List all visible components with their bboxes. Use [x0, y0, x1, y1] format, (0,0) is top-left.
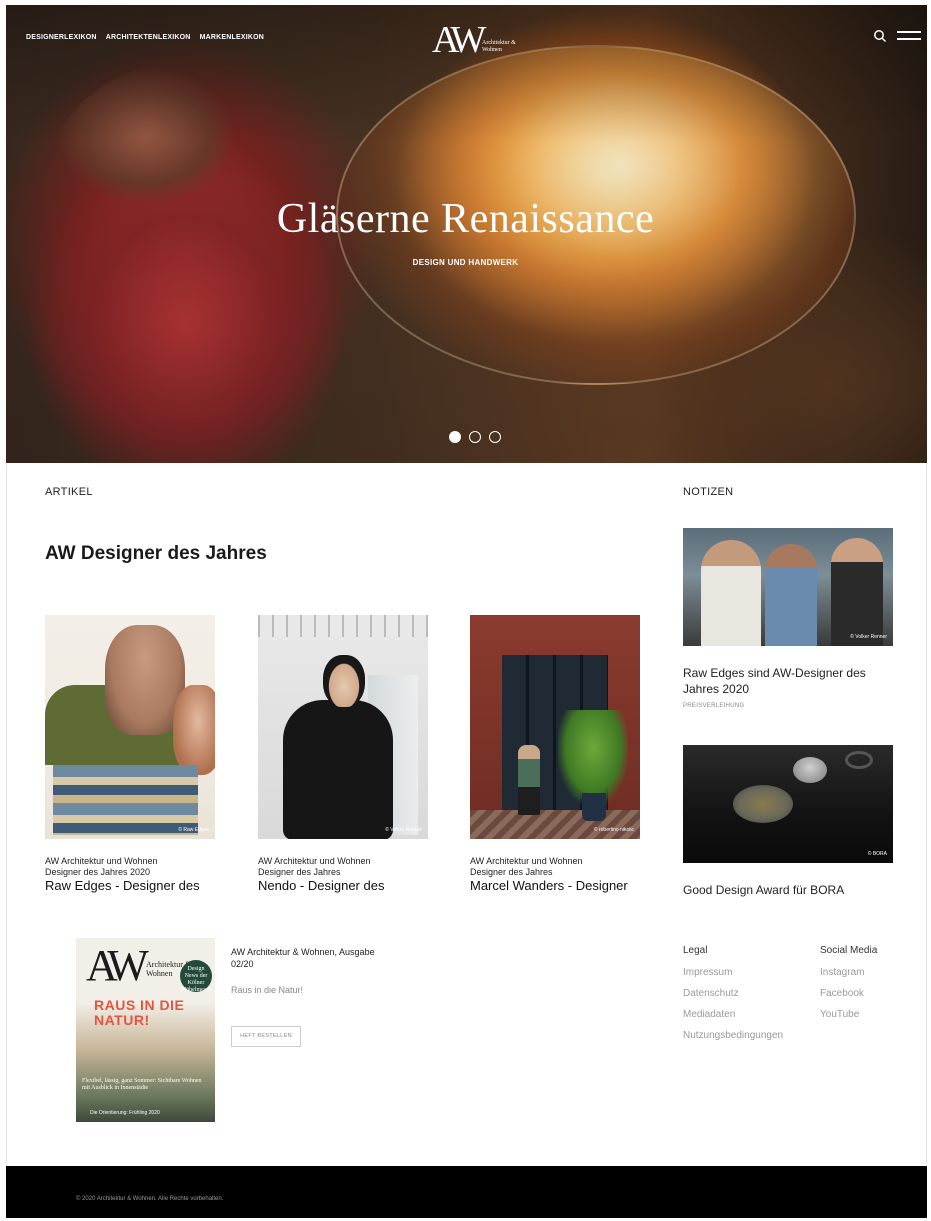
article-series: Designer des Jahres 2020: [45, 867, 151, 877]
footer-copyright: © 2020 Architektur & Wohnen. Alle Rechte…: [76, 1196, 224, 1202]
article-card-marcel-wanders[interactable]: © robertino nikolic AW Architektur und W…: [470, 615, 640, 894]
issue-title: AW Architektur & Wohnen, Ausgabe 02/20: [231, 947, 375, 969]
slider-dot-2[interactable]: [469, 431, 481, 443]
social-heading: Social Media: [820, 945, 878, 956]
logo-subtitle: Architektur & Wohnen: [482, 40, 516, 53]
magazine-cover[interactable]: AW Architektur & Wohnen Design News der …: [76, 938, 215, 1122]
link-mediadaten[interactable]: Mediadaten: [683, 1009, 783, 1020]
image-credit: © Raw Edges: [178, 827, 209, 833]
site-logo[interactable]: AW Architektur & Wohnen: [432, 20, 532, 60]
link-impressum[interactable]: Impressum: [683, 967, 783, 978]
link-youtube[interactable]: YouTube: [820, 1009, 877, 1020]
article-image: © robertino nikolic: [470, 615, 640, 839]
cover-badge: Design News der Kölner Möbelmesse: [180, 960, 212, 993]
note-title[interactable]: Good Design Award für BORA: [683, 882, 893, 898]
note-image: © BORA: [683, 745, 893, 863]
section-label-artikel: ARTIKEL: [45, 486, 93, 498]
legal-heading: Legal: [683, 945, 708, 956]
social-links: Social Media Instagram Facebook YouTube: [820, 945, 877, 1030]
hero-title[interactable]: Gläserne Renaissance: [0, 195, 931, 243]
link-instagram[interactable]: Instagram: [820, 967, 877, 978]
articles-heading: AW Designer des Jahres: [45, 543, 267, 564]
order-issue-button[interactable]: HEFT BESTELLEN: [231, 1026, 301, 1047]
image-credit: © Volker Renner: [385, 827, 422, 833]
article-image: © Volker Renner: [258, 615, 428, 839]
article-series: Designer des Jahres: [258, 867, 341, 877]
top-navigation: DESIGNERLEXIKON ARCHITEKTENLEXIKON MARKE…: [26, 34, 264, 41]
article-image: © Raw Edges: [45, 615, 215, 839]
site-footer: © 2020 Architektur & Wohnen. Alle Rechte…: [6, 1166, 927, 1218]
note-card-bora[interactable]: © BORA Good Design Award für BORA: [683, 745, 893, 898]
link-nutzungsbedingungen[interactable]: Nutzungsbedingungen: [683, 1030, 783, 1041]
slider-dot-3[interactable]: [489, 431, 501, 443]
nav-item-markenlexikon[interactable]: MARKENLEXIKON: [200, 34, 264, 41]
cover-teaser: Flexibel, lässig, ganz Sommer: Sichtbare…: [82, 1078, 202, 1091]
image-credit: © BORA: [867, 851, 887, 857]
menu-icon[interactable]: [897, 30, 921, 42]
article-card-nendo[interactable]: © Volker Renner AW Architektur und Wohne…: [258, 615, 428, 894]
article-source: AW Architektur und Wohnen: [45, 856, 158, 866]
legal-links: Legal Impressum Datenschutz Mediadaten N…: [683, 945, 783, 1051]
section-label-notizen: NOTIZEN: [683, 486, 734, 498]
article-title[interactable]: Marcel Wanders - Designer: [470, 878, 640, 894]
article-source: AW Architektur und Wohnen: [258, 856, 371, 866]
article-card-raw-edges[interactable]: © Raw Edges AW Architektur und Wohnen De…: [45, 615, 215, 894]
note-title[interactable]: Raw Edges sind AW-Designer des Jahres 20…: [683, 665, 893, 697]
note-image: © Volker Renner: [683, 528, 893, 646]
article-series: Designer des Jahres: [470, 867, 553, 877]
note-card-raw-edges[interactable]: © Volker Renner Raw Edges sind AW-Design…: [683, 528, 893, 709]
note-tag: PREISVERLEIHUNG: [683, 703, 745, 709]
slider-pagination: [449, 431, 501, 443]
cover-footnote: Die Orientierung: Frühling 2020: [90, 1110, 160, 1116]
article-source: AW Architektur und Wohnen: [470, 856, 583, 866]
nav-item-designerlexikon[interactable]: DESIGNERLEXIKON: [26, 34, 97, 41]
link-datenschutz[interactable]: Datenschutz: [683, 988, 783, 999]
cover-headline: RAUS IN DIE NATUR!: [94, 997, 185, 1028]
issue-teaser: Raus in die Natur!: [231, 985, 304, 995]
nav-item-architektenlexikon[interactable]: ARCHITEKTENLEXIKON: [106, 34, 191, 41]
article-title[interactable]: Nendo - Designer des: [258, 878, 428, 894]
link-facebook[interactable]: Facebook: [820, 988, 877, 999]
image-credit: © robertino nikolic: [593, 827, 634, 833]
article-title[interactable]: Raw Edges - Designer des: [45, 878, 215, 894]
cover-logo: AW: [86, 941, 149, 990]
slider-dot-1[interactable]: [449, 431, 461, 443]
search-icon[interactable]: [873, 29, 887, 43]
image-credit: © Volker Renner: [850, 634, 887, 640]
hero-subtitle: DESIGN UND HANDWERK: [412, 258, 519, 267]
